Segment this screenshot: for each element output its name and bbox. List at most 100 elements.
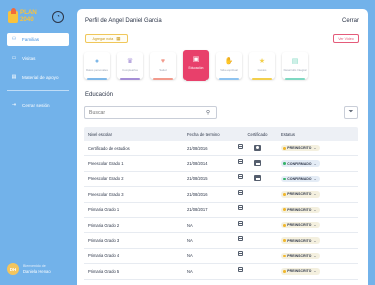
table-row[interactable]: Preescolar Grado 1 21/08/2014 CONFIRMADO ⌄	[84, 156, 358, 172]
fecha-text: 21/08/2016	[187, 145, 208, 151]
status-dropdown[interactable]: PREINSCRITO ⌄	[281, 206, 320, 213]
notifications-bell-icon[interactable]: ◔	[52, 11, 64, 23]
fecha-text: 21/08/2016	[187, 191, 208, 197]
status-dropdown[interactable]: CONFIRMADO ⌄	[281, 175, 320, 183]
category-accent-bar	[153, 78, 173, 80]
cell-estatus: PREINSCRITO ⌄	[278, 221, 358, 229]
status-label: PREINSCRITO	[287, 146, 312, 151]
status-dot	[283, 146, 286, 150]
column-header-estatus[interactable]: Estatus	[278, 132, 358, 137]
close-button[interactable]: Cerrar	[342, 18, 359, 24]
chevron-down-icon: ⌄	[313, 269, 317, 274]
people-icon: ⚇	[11, 36, 17, 42]
cell-estatus: CONFIRMADO ⌄	[278, 160, 358, 167]
camera-icon[interactable]	[254, 160, 261, 167]
logout-button[interactable]: ⇥ Cerrar sesión	[7, 99, 69, 112]
category-label: Gustos	[257, 68, 267, 72]
sidebar-item-visitas[interactable]: ▭ Visitas	[7, 52, 69, 65]
tab-desarrollo-integral[interactable]: ▤ Desarrollo Integral	[282, 52, 308, 80]
status-dropdown[interactable]: PREINSCRITO ⌄	[281, 191, 320, 198]
search-icon[interactable]: ⚲	[206, 110, 216, 116]
table-row[interactable]: Primaria Grado 5 NA PREINSCRITO ⌄	[84, 264, 358, 280]
search-box[interactable]: ⚲	[84, 106, 217, 119]
sidebar-item-label: Visitas	[22, 56, 36, 61]
user-profile[interactable]: DH Bienvenido de Daniela Henao	[7, 262, 69, 276]
profile-panel: Perfil de Angel Daniel Garcia Cerrar Agr…	[77, 9, 368, 285]
camera-icon[interactable]	[254, 175, 261, 182]
calendar-icon[interactable]	[238, 251, 243, 257]
table-row[interactable]: Primaria Grado 2 NA PREINSCRITO ⌄	[84, 218, 358, 234]
status-label: PREINSCRITO	[287, 269, 312, 274]
column-header-nivel[interactable]: Nivel escolar	[84, 132, 183, 137]
sidebar-divider	[7, 90, 69, 91]
fecha-text: 21/08/2017	[187, 207, 208, 213]
status-dropdown[interactable]: PREINSCRITO ⌄	[281, 221, 320, 229]
tab-gustos[interactable]: ★ Gustos	[249, 52, 275, 80]
category-icon: ▣	[192, 56, 200, 63]
filter-button[interactable]: ⏷	[344, 106, 358, 119]
status-dropdown[interactable]: PREINSCRITO ⌄	[281, 268, 320, 275]
category-accent-bar	[219, 78, 239, 80]
image-icon[interactable]	[254, 144, 261, 151]
calendar-icon[interactable]	[238, 266, 243, 272]
tab-datos-personales[interactable]: ● Datos personales	[84, 52, 110, 80]
chevron-down-icon: ⌄	[313, 223, 317, 228]
calendar-icon[interactable]	[238, 189, 243, 195]
add-note-button[interactable]: Agregar nota ▦	[85, 34, 128, 43]
table-header: Nivel escolar Fecha de termino Certifica…	[84, 127, 358, 141]
category-accent-bar	[252, 78, 272, 80]
status-dropdown[interactable]: CONFIRMADO ⌄	[281, 160, 320, 167]
search-input[interactable]	[89, 107, 206, 118]
sidebar-item-material[interactable]: ▤ Material de apoyo	[7, 71, 69, 84]
sidebar-item-label: Material de apoyo	[22, 75, 59, 80]
calendar-icon[interactable]	[238, 159, 243, 165]
watch-video-button[interactable]: Ver Video	[333, 34, 359, 43]
status-dropdown[interactable]: PREINSCRITO ⌄	[281, 252, 320, 260]
tab-salud[interactable]: ♥ Salud	[150, 52, 176, 80]
cell-nivel: Preescolar Grado 2	[88, 176, 124, 182]
calendar-icon[interactable]	[238, 205, 243, 211]
category-icon: ✋	[224, 58, 234, 65]
category-tabs: ● Datos personales ♛ Cumpleaños ♥ Salud ▣ Educa…	[84, 50, 314, 82]
tab-educación[interactable]: ▣ Educación	[183, 50, 209, 81]
cell-fecha: 21/08/2016	[183, 143, 243, 151]
plan-2040-logo[interactable]: PLAN 2040	[8, 8, 44, 27]
sidebar-item-familias[interactable]: ⚇ Familias	[7, 33, 69, 46]
cell-certificado	[237, 144, 278, 152]
table-row[interactable]: Primaria Grado 3 NA PREINSCRITO ⌄	[84, 233, 358, 249]
fecha-text: NA	[187, 268, 193, 274]
tab-vida-espiritual[interactable]: ✋ Vida espiritual	[216, 52, 242, 80]
calendar-icon[interactable]	[238, 220, 243, 226]
calendar-icon[interactable]	[238, 236, 243, 242]
cell-nivel: Primaria Grado 5	[88, 268, 120, 274]
cell-fecha: NA	[183, 236, 243, 243]
table-row[interactable]: Primaria Grado 1 21/08/2017 PREINSCRITO ⌄	[84, 203, 358, 218]
fecha-text: 21/08/2014	[187, 161, 208, 167]
cell-estatus: PREINSCRITO ⌄	[278, 206, 358, 213]
column-header-certificado[interactable]: Certificado	[237, 132, 278, 137]
table-row[interactable]: Certificado de estudios 21/08/2016 PREINSC…	[84, 141, 358, 157]
category-label: Vida espiritual	[220, 68, 238, 72]
calendar-icon[interactable]	[238, 143, 243, 149]
chevron-down-icon: ⌄	[313, 146, 317, 151]
cell-fecha: NA	[183, 251, 243, 258]
tab-cumpleaños[interactable]: ♛ Cumpleaños	[117, 52, 143, 80]
status-label: CONFIRMADO	[287, 176, 312, 181]
category-icon: ♛	[126, 58, 134, 65]
cell-nivel: Certificado de estudios	[88, 145, 130, 151]
calendar-icon[interactable]	[238, 174, 243, 180]
table-row[interactable]: Primaria Grado 4 NA PREINSCRITO ⌄	[84, 249, 358, 265]
cell-fecha: 21/08/2015	[183, 174, 243, 181]
user-name: Daniela Henao	[23, 269, 51, 274]
category-label: Cumpleaños	[122, 68, 138, 72]
category-icon: ♥	[160, 58, 166, 65]
status-dropdown[interactable]: PREINSCRITO ⌄	[281, 144, 320, 152]
status-dot	[283, 223, 286, 227]
cell-estatus: PREINSCRITO ⌄	[278, 268, 358, 275]
cell-estatus: PREINSCRITO ⌄	[278, 237, 358, 244]
column-header-fecha[interactable]: Fecha de termino	[183, 132, 237, 137]
table-row[interactable]: Preescolar Grado 3 21/08/2016 PREINSCRITO ⌄	[84, 187, 358, 203]
table-row[interactable]: Preescolar Grado 2 21/08/2015 CONFIRMADO ⌄	[84, 172, 358, 188]
category-label: Desarrollo Integral	[283, 68, 307, 72]
status-dropdown[interactable]: PREINSCRITO ⌄	[281, 237, 320, 244]
